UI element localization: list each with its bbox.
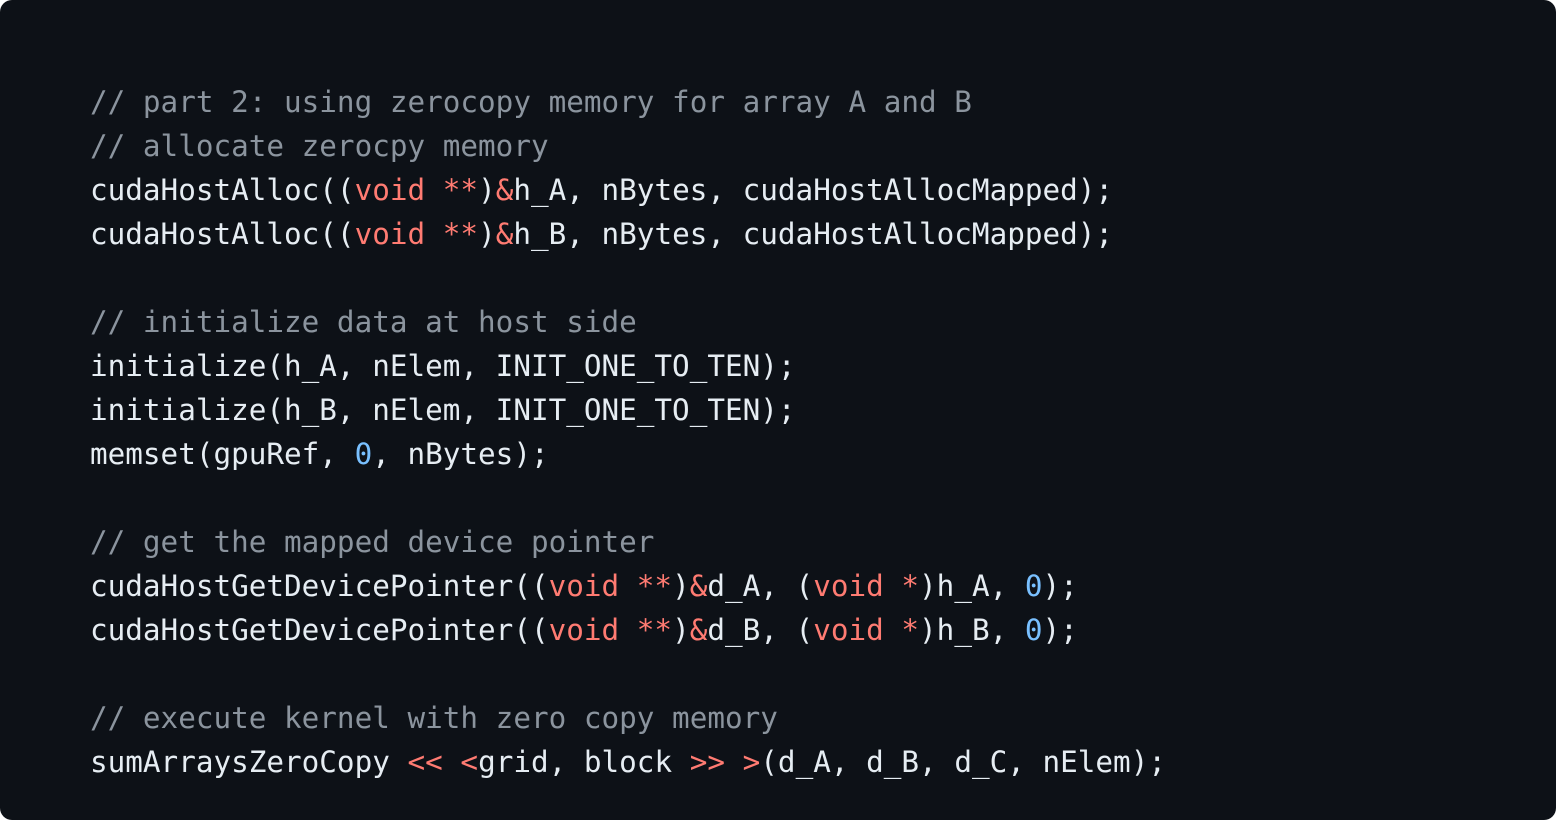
code-token-keyword: void <box>813 613 884 647</box>
code-token-plain: ); <box>1042 613 1078 647</box>
code-token-plain: , nBytes); <box>372 437 549 471</box>
code-line: // get the mapped device pointer <box>90 520 1556 564</box>
code-token-plain: ) <box>672 569 690 603</box>
code-token-comment: // part 2: using zerocopy memory for arr… <box>90 85 972 119</box>
code-token-keyword: < <box>460 745 479 779</box>
code-token-keyword: void <box>354 217 426 251</box>
code-token-keyword: > <box>742 745 761 779</box>
code-token-plain: grid, block <box>478 745 690 779</box>
code-token-comment: // allocate zerocpy memory <box>90 129 549 163</box>
code-token-plain: h_B, nBytes, cudaHostAllocMapped); <box>513 217 1114 251</box>
code-token-plain: ) <box>478 217 496 251</box>
code-token-plain: ) <box>478 173 496 207</box>
code-token-keyword: ** <box>442 173 479 207</box>
code-token-plain: cudaHostGetDevicePointer(( <box>90 613 549 647</box>
code-line: cudaHostGetDevicePointer((void **)&d_B, … <box>90 608 1556 652</box>
code-token-keyword: << <box>407 745 443 779</box>
code-line: sumArraysZeroCopy << <grid, block >> >(d… <box>90 740 1556 784</box>
code-token-plain: h_A, nBytes, cudaHostAllocMapped); <box>513 173 1114 207</box>
code-token-plain: d_B, ( <box>707 613 814 647</box>
code-line: cudaHostAlloc((void **)&h_B, nBytes, cud… <box>90 212 1556 256</box>
code-line: // allocate zerocpy memory <box>90 124 1556 168</box>
code-block: // part 2: using zerocopy memory for arr… <box>0 0 1556 820</box>
code-token-comment: // get the mapped device pointer <box>90 525 655 559</box>
code-token-keyword: * <box>901 569 920 603</box>
code-line: // execute kernel with zero copy memory <box>90 696 1556 740</box>
code-token-keyword: void <box>813 569 884 603</box>
code-line: cudaHostGetDevicePointer((void **)&d_A, … <box>90 564 1556 608</box>
code-line: memset(gpuRef, 0, nBytes); <box>90 432 1556 476</box>
code-token-comment: // initialize data at host side <box>90 305 637 339</box>
code-token-plain: sumArraysZeroCopy <box>90 745 408 779</box>
code-token-plain: cudaHostGetDevicePointer(( <box>90 569 549 603</box>
code-token-plain: ); <box>1042 569 1078 603</box>
code-token-keyword: ** <box>636 613 673 647</box>
code-token-keyword: >> <box>689 745 726 779</box>
code-line: // initialize data at host side <box>90 300 1556 344</box>
code-token-plain: cudaHostAlloc(( <box>90 217 355 251</box>
code-token-keyword: ** <box>442 217 479 251</box>
code-line: // part 2: using zerocopy memory for arr… <box>90 80 1556 124</box>
code-token-plain: )h_B, <box>919 613 1025 647</box>
code-token-keyword: void <box>354 173 426 207</box>
code-line: initialize(h_B, nElem, INIT_ONE_TO_TEN); <box>90 388 1556 432</box>
code-token-keyword: void <box>548 613 620 647</box>
code-token-plain: initialize(h_A, nElem, INIT_ONE_TO_TEN); <box>90 349 796 383</box>
code-token-number: 0 <box>1024 613 1043 647</box>
code-content: // part 2: using zerocopy memory for arr… <box>90 80 1556 784</box>
code-token-plain: memset(gpuRef, <box>90 437 355 471</box>
code-token-keyword: & <box>495 173 514 207</box>
code-token-keyword: & <box>495 217 514 251</box>
code-line: initialize(h_A, nElem, INIT_ONE_TO_TEN); <box>90 344 1556 388</box>
code-token-comment: // execute kernel with zero copy memory <box>90 701 778 735</box>
code-token-plain: d_A, ( <box>707 569 814 603</box>
code-token-keyword: ** <box>636 569 673 603</box>
code-token-keyword: void <box>548 569 620 603</box>
code-token-keyword: & <box>689 569 708 603</box>
code-token-plain: (d_A, d_B, d_C, nElem); <box>760 745 1166 779</box>
code-token-plain: initialize(h_B, nElem, INIT_ONE_TO_TEN); <box>90 393 796 427</box>
code-token-keyword: * <box>901 613 920 647</box>
code-token-keyword: & <box>689 613 708 647</box>
code-line: cudaHostAlloc((void **)&h_A, nBytes, cud… <box>90 168 1556 212</box>
code-token-plain: cudaHostAlloc(( <box>90 173 355 207</box>
code-token-plain: )h_A, <box>919 569 1025 603</box>
code-token-number: 0 <box>354 437 373 471</box>
code-token-number: 0 <box>1024 569 1043 603</box>
code-token-plain: ) <box>672 613 690 647</box>
